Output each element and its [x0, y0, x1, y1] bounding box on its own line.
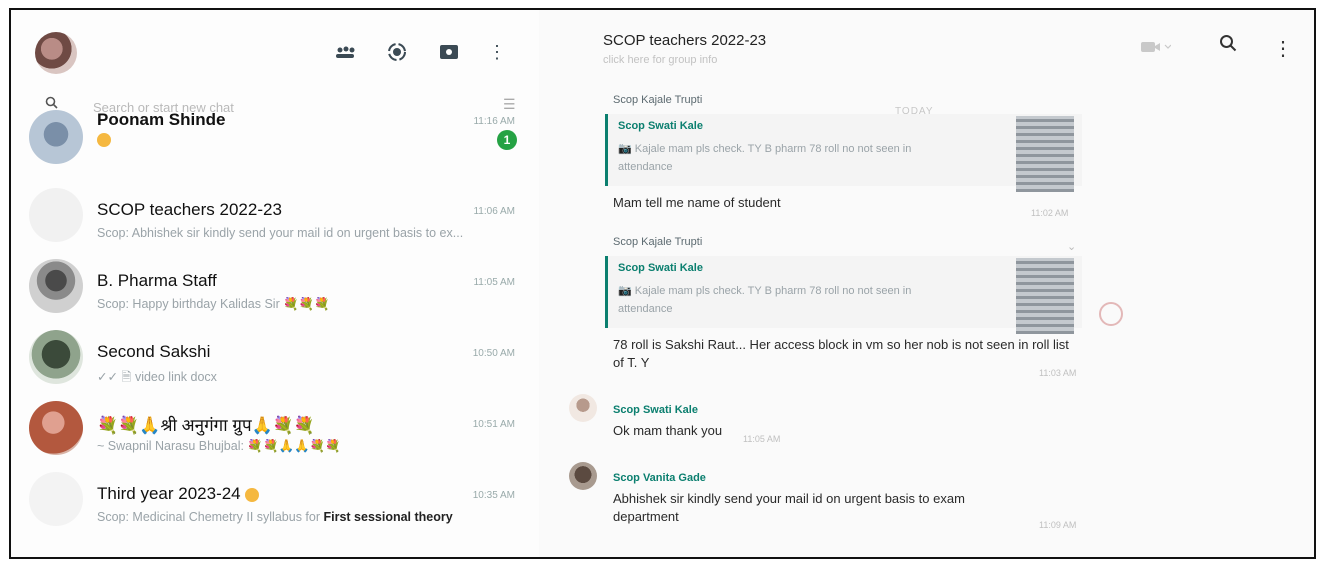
chat-time: 10:51 AM: [472, 419, 515, 430]
message-text: Ok mam thank you: [613, 423, 723, 438]
avatar: [29, 401, 83, 455]
message-time: 11:02 AM: [1031, 208, 1069, 218]
group-title[interactable]: SCOP teachers 2022-23: [603, 32, 766, 49]
quoted-image-thumbnail: [1016, 258, 1074, 334]
chat-name: Third year 2023-24: [97, 484, 260, 504]
chat-item-b-pharma-staff[interactable]: B. Pharma Staff 11:05 AM Scop: Happy bir…: [11, 255, 539, 327]
conversation-header[interactable]: SCOP teachers 2022-23 click here for gro…: [539, 10, 1314, 90]
chat-name: B. Pharma Staff: [97, 271, 217, 290]
chat-name: Second Sakshi: [97, 342, 211, 361]
message-text: 78 roll is Sakshi Raut... Her access blo…: [613, 337, 1069, 370]
chat-item-scop-teachers[interactable]: SCOP teachers 2022-23 11:06 AM Scop: Abh…: [11, 184, 539, 256]
emoji-icon: [245, 487, 260, 502]
conversation-pane: SCOP teachers 2022-23 click here for gro…: [539, 10, 1314, 557]
quoted-text: 📷 Kajale mam pls check. TY B pharm 78 ro…: [618, 143, 912, 173]
ghost-circle-icon: [1099, 302, 1123, 326]
menu-icon[interactable]: ⋮: [485, 40, 509, 64]
message-time: 11:05 AM: [743, 434, 781, 444]
avatar: [29, 472, 83, 526]
chat-time: 11:16 AM: [473, 116, 515, 127]
avatar: [29, 330, 83, 384]
chat-list-pane: ⋮ ☰ Poonam Shinde 11:16 AM 1 SCOP teache…: [11, 10, 539, 557]
chat-name: Poonam Shinde: [97, 110, 226, 129]
quoted-text: 📷 Kajale mam pls check. TY B pharm 78 ro…: [618, 285, 912, 315]
video-call-icon[interactable]: [1141, 40, 1172, 57]
chat-preview-text: Scop: Medicinal Chemetry II syllabus for: [97, 510, 324, 524]
avatar: [569, 462, 597, 490]
left-header: ⋮: [11, 10, 539, 90]
chat-item-poonam-shinde[interactable]: Poonam Shinde 11:16 AM 1: [11, 110, 539, 182]
message-time: 11:03 AM: [1039, 368, 1077, 378]
menu-icon[interactable]: ⋮: [1273, 36, 1293, 61]
avatar: [569, 394, 597, 422]
avatar: [29, 188, 83, 242]
chat-preview: Scop: Medicinal Chemetry II syllabus for…: [97, 510, 517, 524]
chat-time: 10:35 AM: [472, 490, 515, 501]
chat-item-third-year[interactable]: Third year 2023-24 10:35 AM Scop: Medici…: [11, 468, 539, 540]
profile-avatar[interactable]: [35, 32, 77, 74]
communities-icon[interactable]: [333, 40, 357, 64]
chat-item-second-sakshi[interactable]: Second Sakshi 10:50 AM ✓✓ 🗎 video link d…: [11, 326, 539, 398]
chat-name: SCOP teachers 2022-23: [97, 200, 282, 219]
message-text: Abhishek sir kindly send your mail id on…: [613, 491, 965, 524]
search-icon[interactable]: [1219, 34, 1237, 58]
quoted-message[interactable]: Scop Swati Kale 📷 Kajale mam pls check. …: [605, 114, 1082, 192]
message-time: 11:09 AM: [1039, 520, 1077, 530]
quoted-sender: Scop Swati Kale: [618, 120, 703, 132]
chat-time: 11:05 AM: [473, 277, 515, 288]
sender-name: Scop Vanita Gade: [613, 472, 706, 484]
quoted-image-thumbnail: [1016, 116, 1074, 192]
chat-preview-bold: First sessional theory: [323, 510, 453, 524]
chat-time: 10:50 AM: [472, 348, 515, 359]
sender-name: Scop Swati Kale: [613, 404, 698, 416]
avatar: [29, 110, 83, 164]
message-area: TODAY Scop Kajale Trupti Scop Swati Kale…: [539, 90, 1314, 557]
chat-preview: [97, 132, 517, 147]
chat-name-text: Third year 2023-24: [97, 484, 241, 503]
channels-icon[interactable]: [437, 40, 461, 64]
chat-item-anuganga-group[interactable]: 💐💐🙏श्री अनुगंगा ग्रुप🙏💐💐 10:51 AM ~ Swap…: [11, 397, 539, 469]
chat-preview: ~ Swapnil Narasu Bhujbal: 💐💐🙏🙏💐💐: [97, 439, 341, 453]
chat-time: 11:06 AM: [473, 206, 515, 217]
sender-name: Scop Kajale Trupti: [613, 236, 703, 248]
chat-preview: Scop: Abhishek sir kindly send your mail…: [97, 226, 464, 240]
unread-badge: 1: [497, 130, 517, 150]
emoji-icon: [97, 132, 111, 147]
chat-preview: Scop: Happy birthday Kalidas Sir 💐💐💐: [97, 297, 330, 311]
chat-preview: ✓✓ 🗎 video link docx: [97, 370, 217, 384]
avatar: [29, 259, 83, 313]
chat-name: 💐💐🙏श्री अनुगंगा ग्रुप🙏💐💐: [97, 416, 316, 435]
quoted-message[interactable]: Scop Swati Kale 📷 Kajale mam pls check. …: [605, 256, 1082, 334]
quoted-sender: Scop Swati Kale: [618, 262, 703, 274]
sender-name: Scop Kajale Trupti: [613, 94, 703, 106]
status-icon[interactable]: [385, 40, 409, 64]
message-text: Mam tell me name of student: [613, 195, 781, 210]
group-subtitle[interactable]: click here for group info: [603, 54, 717, 66]
chevron-down-icon[interactable]: ⌄: [1067, 240, 1076, 253]
whatsapp-window: ⋮ ☰ Poonam Shinde 11:16 AM 1 SCOP teache…: [9, 8, 1316, 559]
